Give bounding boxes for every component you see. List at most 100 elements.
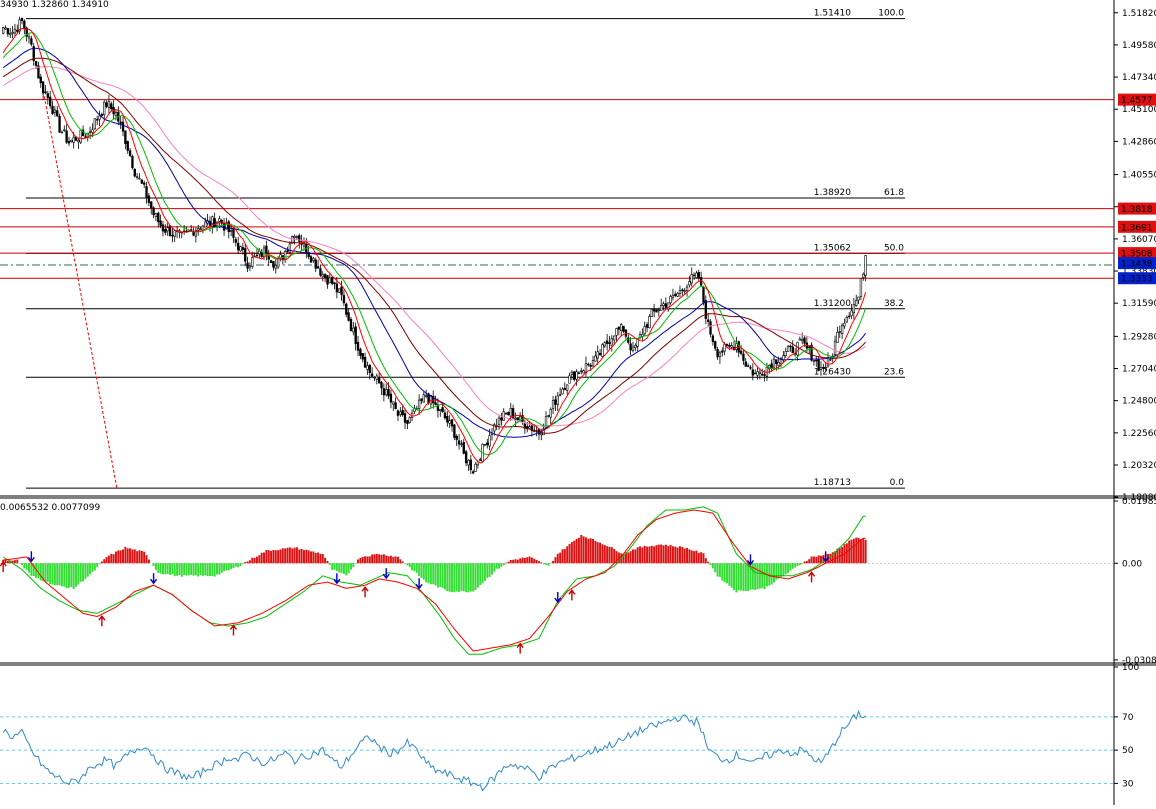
candle-body (383, 389, 385, 395)
macd-histogram-bar (592, 539, 594, 563)
macd-histogram-bar (315, 553, 317, 563)
price-axis-label: 1.22560 (1122, 429, 1156, 439)
candle-body (754, 373, 756, 374)
macd-histogram-bar (491, 563, 493, 574)
macd-histogram-bar (284, 548, 286, 563)
up-arrow-icon (569, 590, 575, 600)
macd-histogram-bar (754, 563, 756, 590)
candle-body (686, 287, 688, 291)
candle-body (287, 251, 289, 252)
candle-body (595, 356, 597, 361)
macd-histogram-bar (261, 553, 263, 563)
fib-percent-label: 100.0 (878, 9, 904, 19)
macd-histogram-bar (113, 554, 115, 563)
macd-histogram-bar (291, 549, 293, 564)
candle-body (89, 132, 91, 133)
macd-histogram-bar (482, 563, 484, 583)
macd-histogram-bar (334, 563, 336, 569)
candle-body (5, 28, 7, 29)
macd-histogram-bar (771, 563, 773, 584)
macd-histogram-bar (298, 549, 300, 563)
candle-body (174, 231, 176, 237)
macd-histogram-bar (747, 563, 749, 591)
candle-body (14, 29, 16, 33)
candle-body (240, 247, 242, 251)
candle-body (16, 30, 18, 31)
macd-histogram-bar (728, 563, 730, 586)
candle-body (54, 110, 56, 112)
candle-body (59, 116, 61, 132)
macd-histogram-bar (193, 563, 195, 576)
trend-line (44, 96, 117, 489)
macd-histogram-bar (446, 563, 448, 591)
macd-histogram-bar (416, 563, 418, 573)
macd-histogram-bar (345, 563, 347, 575)
macd-histogram-bar (757, 563, 759, 589)
macd-histogram-bar (529, 556, 531, 563)
ma-pink-line (3, 67, 865, 427)
macd-histogram-bar (641, 547, 643, 563)
candle-body (728, 345, 730, 346)
fib-price-label: 1.35062 (814, 243, 851, 253)
macd-histogram-bar (275, 550, 277, 563)
candle-body (698, 272, 700, 277)
candle-body (150, 202, 152, 208)
macd-histogram-bar (493, 563, 495, 571)
macd-histogram-bar (305, 550, 307, 564)
candle-body (707, 320, 709, 322)
macd-histogram-bar (583, 536, 585, 563)
macd-histogram-bar (139, 550, 141, 563)
macd-histogram-bar (665, 545, 667, 564)
macd-histogram-bar (536, 560, 538, 563)
candle-body (230, 231, 232, 232)
candle-body (73, 137, 75, 142)
macd-histogram-bar (178, 563, 180, 575)
macd-histogram-bar (247, 561, 249, 563)
candle-body (503, 412, 505, 420)
macd-histogram-bar (543, 563, 545, 564)
up-arrow-icon (99, 616, 105, 626)
candle-body (618, 327, 620, 329)
macd-histogram-bar (423, 563, 425, 579)
macd-histogram-bar (695, 551, 697, 564)
candle-body (289, 244, 291, 253)
macd-histogram-bar (371, 554, 373, 563)
macd-histogram-bar (820, 556, 822, 563)
candle-body (646, 325, 648, 328)
candle-body (470, 460, 472, 470)
macd-histogram-bar (430, 563, 432, 584)
macd-histogram-bar (804, 562, 806, 564)
candle-body (193, 232, 195, 235)
candle-body (388, 389, 390, 396)
candle-body (792, 347, 794, 353)
macd-histogram-bar (73, 563, 75, 589)
candle-body (649, 316, 651, 327)
candle-body (569, 376, 571, 383)
candle-body (310, 257, 312, 263)
candle-body (663, 304, 665, 306)
macd-histogram-bar (656, 545, 658, 563)
macd-histogram-bar (576, 539, 578, 563)
macd-histogram-bar (341, 563, 343, 573)
macd-histogram-bar (670, 545, 672, 563)
candle-body (736, 344, 738, 350)
macd-histogram-bar (411, 563, 413, 570)
candle-body (860, 278, 862, 296)
macd-histogram-bar (811, 556, 813, 563)
candle-body (357, 342, 359, 350)
macd-histogram-bar (190, 563, 192, 575)
macd-histogram-bar (186, 563, 188, 575)
candle-body (94, 119, 96, 129)
candle-body (761, 374, 763, 375)
candle-body (352, 328, 354, 332)
macd-histogram-bar (174, 563, 176, 576)
macd-histogram-bar (552, 561, 554, 563)
macd-histogram-bar (672, 546, 674, 563)
candle-body (355, 327, 357, 344)
macd-histogram-bar (717, 563, 719, 576)
candle-body (360, 349, 362, 355)
candle-body (865, 256, 867, 276)
candle-body (632, 347, 634, 350)
macd-histogram-bar (818, 555, 820, 563)
macd-histogram-bar (472, 563, 474, 591)
